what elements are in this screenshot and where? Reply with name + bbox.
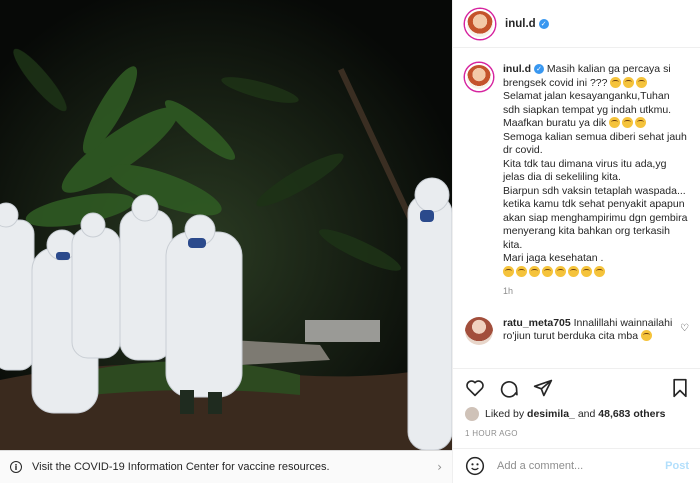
caption-line-3: Maafkan buratu ya dik bbox=[503, 117, 607, 129]
weeping-emoji-icon bbox=[636, 76, 648, 88]
post-sidebar: inul.d ✓ inul.d ✓ Masih kalian ga percaya… bbox=[452, 0, 700, 483]
comment-like-icon[interactable]: ♡ bbox=[680, 323, 689, 334]
caption-line-6: Biarpun sdh vaksin tetaplah waspada... bbox=[503, 184, 686, 197]
action-icons bbox=[465, 377, 689, 399]
post-comment-button[interactable]: Post bbox=[665, 460, 689, 472]
author-avatar[interactable] bbox=[465, 8, 495, 39]
author-username[interactable]: inul.d bbox=[505, 18, 536, 30]
sad-emoji-icon bbox=[641, 330, 652, 341]
comment-item: ratu_meta705 Innalillahi wainnailahi ro'… bbox=[465, 316, 689, 345]
weeping-emoji-icon bbox=[622, 117, 634, 128]
bookmark-icon[interactable] bbox=[671, 378, 689, 398]
caption: inul.d ✓ Masih kalian ga percaya si breng… bbox=[465, 63, 689, 299]
caption-line-8: Mari jaga kesehatan . bbox=[503, 252, 604, 264]
photo-illustration bbox=[0, 0, 452, 450]
covid-info-banner[interactable]: i Visit the COVID-19 Information Center … bbox=[0, 450, 452, 483]
likes-and: and bbox=[577, 408, 596, 420]
comment-icon[interactable] bbox=[499, 378, 519, 398]
caption-line-5: Kita tdk tau dimana virus itu ada,yg jel… bbox=[503, 157, 667, 184]
weeping-emoji-icon bbox=[635, 117, 647, 128]
info-icon: i bbox=[10, 461, 22, 473]
weeping-emoji-icon bbox=[609, 117, 621, 128]
verified-icon: ✓ bbox=[534, 64, 544, 75]
verified-icon: ✓ bbox=[538, 18, 549, 29]
heart-icon[interactable] bbox=[465, 379, 485, 397]
weeping-emoji-icon bbox=[623, 76, 635, 88]
weeping-emoji-icon bbox=[516, 265, 527, 277]
commenter-username[interactable]: ratu_meta705 bbox=[503, 317, 571, 329]
add-comment-bar: Post bbox=[453, 448, 700, 483]
likes-prefix: Liked by bbox=[485, 408, 525, 420]
weeping-emoji-icon bbox=[581, 265, 592, 277]
comments-section: inul.d ✓ Masih kalian ga percaya si breng… bbox=[453, 49, 700, 367]
weeping-emoji-icon bbox=[503, 265, 514, 277]
post-photo[interactable] bbox=[0, 0, 452, 450]
weeping-emoji-icon bbox=[542, 265, 553, 277]
caption-username[interactable]: inul.d bbox=[503, 63, 531, 75]
share-icon[interactable] bbox=[533, 378, 553, 398]
post-actions: Liked by desimila_ and 48,683 others 1 H… bbox=[453, 368, 700, 438]
caption-line-7: ketika kamu tdk sehat penyakit apapun ak… bbox=[503, 198, 688, 251]
weeping-emoji-icon bbox=[555, 265, 566, 277]
likes-count[interactable]: 48,683 others bbox=[598, 408, 665, 420]
emoji-icon[interactable] bbox=[465, 456, 485, 476]
post-header: inul.d ✓ bbox=[453, 0, 700, 48]
caption-time: 1h bbox=[503, 286, 514, 296]
caption-line-4: Semoga kalian semua diberi sehat jauh dr… bbox=[503, 130, 687, 157]
post-timestamp[interactable]: 1 HOUR AGO bbox=[465, 429, 689, 438]
commenter-avatar[interactable] bbox=[465, 316, 493, 345]
weeping-emoji-icon bbox=[568, 265, 579, 277]
caption-emoji-row bbox=[503, 265, 689, 280]
liker-username[interactable]: desimila_ bbox=[527, 408, 575, 420]
weeping-emoji-icon bbox=[594, 265, 605, 277]
comment-input[interactable] bbox=[497, 460, 666, 472]
likes-summary: Liked by desimila_ and 48,683 others bbox=[465, 407, 689, 421]
caption-avatar[interactable] bbox=[465, 63, 493, 91]
weeping-emoji-icon bbox=[610, 76, 622, 88]
weeping-emoji-icon bbox=[529, 265, 540, 277]
caption-line-2: Selamat jalan kesayanganku,Tuhan sdh sia… bbox=[503, 90, 672, 116]
chevron-right-icon: › bbox=[437, 460, 442, 474]
liker-avatar[interactable] bbox=[465, 407, 479, 421]
covid-banner-text: Visit the COVID-19 Information Center fo… bbox=[32, 461, 330, 473]
